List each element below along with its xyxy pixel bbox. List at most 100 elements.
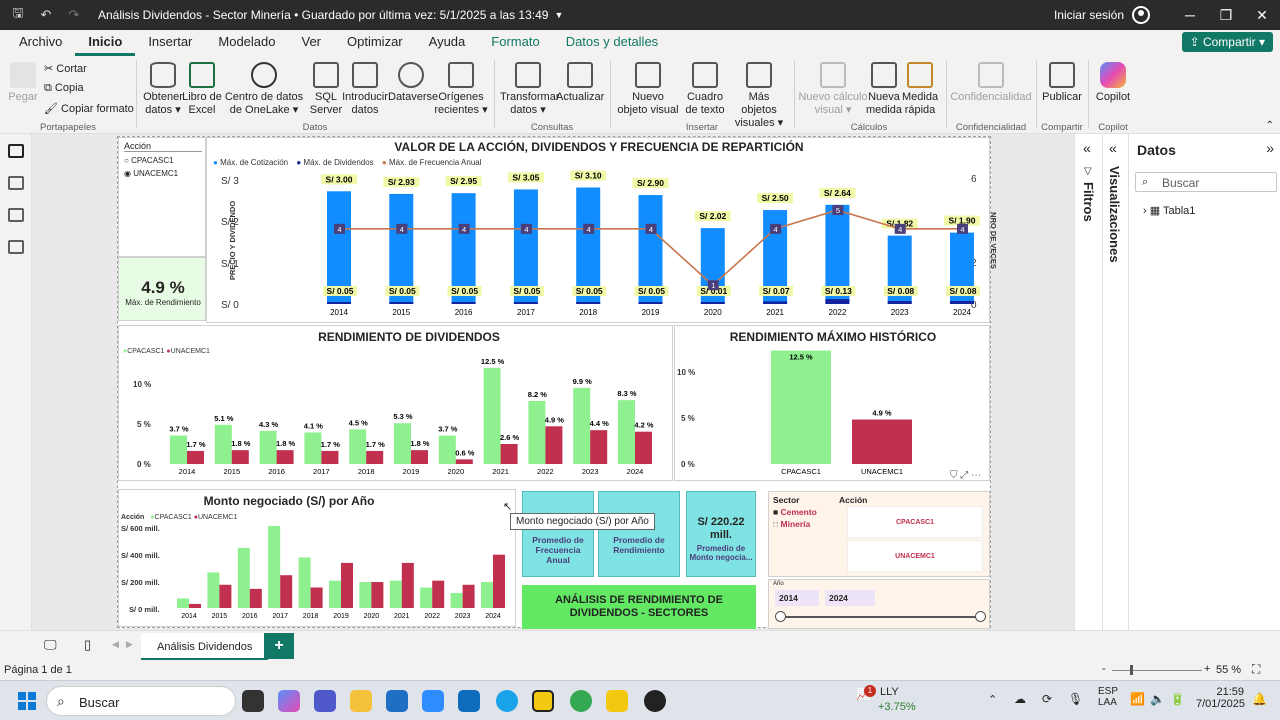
paste-button[interactable]: Pegar <box>6 62 40 104</box>
app-icon[interactable] <box>644 690 666 712</box>
zoom-slider-handle[interactable] <box>1130 665 1133 675</box>
title-dropdown-icon[interactable]: ▼ <box>554 10 563 20</box>
undo-icon[interactable]: ↶ <box>36 7 56 23</box>
battery-icon[interactable]: 🔋 <box>1170 692 1185 706</box>
format-painter-button[interactable]: 🖌 Copiar formato <box>44 102 134 115</box>
chart-rendimiento-maximo[interactable]: RENDIMIENTO MÁXIMO HISTÓRICO 10 % 5 % 0 … <box>674 325 990 481</box>
data-search-box[interactable]: ⌕ Buscar <box>1135 172 1277 192</box>
get-data-button[interactable]: Obtener datos ▾ <box>141 62 185 117</box>
desktop-view-icon[interactable]: 🖵 <box>44 637 57 653</box>
tree-item-tabla1[interactable]: › ▦ Tabla1 <box>1143 204 1195 217</box>
report-view-icon[interactable] <box>7 144 24 158</box>
refresh-button[interactable]: Actualizar <box>556 62 604 104</box>
file-explorer-icon[interactable] <box>350 690 372 712</box>
minimize-button[interactable]: ─ <box>1172 7 1208 23</box>
table-view-icon[interactable] <box>7 176 24 190</box>
teams-icon[interactable] <box>314 690 336 712</box>
avatar-icon[interactable] <box>1132 6 1150 24</box>
slicer-sector-cemento[interactable]: ■ Cemento <box>773 507 817 517</box>
recent-sources-button[interactable]: Orígenes recientes ▾ <box>434 62 488 117</box>
collapse-ribbon-icon[interactable]: ⌃ <box>1266 120 1274 131</box>
cut-button[interactable]: ✂ Cortar <box>44 62 87 75</box>
more-visuals-button[interactable]: Más objetos visuales ▾ <box>730 62 788 130</box>
model-view-icon[interactable] <box>7 208 24 222</box>
chrome-icon[interactable] <box>570 690 592 712</box>
zoom-icon[interactable] <box>422 690 444 712</box>
slicer-sector-mineria[interactable]: □ Minería <box>773 519 810 529</box>
menu-insertar[interactable]: Insertar <box>135 30 205 56</box>
slider-handle-end[interactable] <box>975 611 986 622</box>
maximize-button[interactable]: ❐ <box>1208 7 1244 24</box>
copilot-taskbar-icon[interactable] <box>278 690 300 712</box>
onelake-button[interactable]: Centro de datos de OneLake ▾ <box>220 62 308 117</box>
slicer-anio-from[interactable]: 2014 <box>775 590 819 606</box>
menu-archivo[interactable]: Archivo <box>6 30 75 56</box>
dataverse-button[interactable]: Dataverse <box>388 62 438 104</box>
zoom-in-icon[interactable]: + <box>1204 663 1210 675</box>
excel-button[interactable]: Libro de Excel <box>182 62 222 117</box>
menu-optimizar[interactable]: Optimizar <box>334 30 416 56</box>
slicer-accion2-unacemc1[interactable]: UNACEMC1 <box>847 540 983 572</box>
save-icon[interactable]: 🖫 <box>8 4 28 26</box>
slider-handle-start[interactable] <box>775 611 786 622</box>
transform-button[interactable]: Transformar datos ▾ <box>500 62 560 117</box>
more-options-icon[interactable]: ⋯ <box>971 470 981 481</box>
windows-start-icon[interactable] <box>18 692 36 710</box>
filter-icon[interactable]: ⛉ <box>950 470 958 481</box>
slicer-anio-to[interactable]: 2024 <box>825 590 875 606</box>
zoom-slider[interactable] <box>1112 670 1202 671</box>
close-button[interactable]: ✕ <box>1244 7 1280 24</box>
notification-bell-icon[interactable]: 🔔 <box>1252 692 1267 706</box>
slicer-accion2-cpacasc1[interactable]: CPACASC1 <box>847 506 983 538</box>
chart-monto-negociado[interactable]: Monto negociado (S/) por Año Acción ●CPA… <box>118 489 516 627</box>
menu-modelado[interactable]: Modelado <box>205 30 288 56</box>
focus-mode-icon[interactable]: ⤢ <box>960 470 968 481</box>
mobile-view-icon[interactable]: ▯ <box>84 637 91 653</box>
powerbi-taskbar-icon[interactable] <box>532 690 554 712</box>
menu-ver[interactable]: Ver <box>289 30 335 56</box>
collapse-visualizations-icon[interactable]: « <box>1109 140 1117 156</box>
tab-prev-icon[interactable]: ◀ <box>112 639 119 650</box>
slicer-accion[interactable]: Acción ○ CPACASC1 ◉ UNACEMC1 <box>118 137 206 257</box>
sql-button[interactable]: SQL Server <box>308 62 344 117</box>
visualizations-pane[interactable]: « Visualizaciones <box>1102 134 1128 630</box>
copy-button[interactable]: ⧉ Copia <box>44 82 84 95</box>
enter-data-button[interactable]: Introducir datos <box>340 62 390 117</box>
tab-next-icon[interactable]: ▶ <box>126 639 133 650</box>
slicer-option-cpacasc1[interactable]: ○ CPACASC1 <box>124 156 174 165</box>
menu-formato[interactable]: Formato <box>478 30 552 56</box>
outlook-icon[interactable] <box>458 690 480 712</box>
filters-pane[interactable]: « ▽ Filtros <box>1074 134 1102 630</box>
publish-button[interactable]: Publicar <box>1040 62 1084 104</box>
tab-analisis-dividendos[interactable]: Análisis Dividendos <box>141 633 269 661</box>
chart-rendimiento-dividendos[interactable]: RENDIMIENTO DE DIVIDENDOS ●CPACASC1 ●UNA… <box>118 325 673 481</box>
taskbar-search[interactable]: ⌕ Buscar <box>46 686 236 716</box>
volume-icon[interactable]: 🔈 <box>1150 692 1165 706</box>
copilot-button[interactable]: Copilot <box>1092 62 1134 104</box>
wifi-icon[interactable]: 📶 <box>1130 692 1145 706</box>
cloud-icon[interactable]: ☁ <box>1014 692 1026 706</box>
slicer-option-unacemc1[interactable]: ◉ UNACEMC1 <box>124 169 178 178</box>
edge-icon[interactable] <box>496 690 518 712</box>
dax-view-icon[interactable] <box>7 240 24 254</box>
slicer-anio[interactable]: Año 2014 2024 <box>768 579 990 629</box>
redo-icon[interactable]: ↷ <box>64 7 84 23</box>
new-measure-button[interactable]: Nueva medida <box>864 62 904 117</box>
new-calc-button[interactable]: Nuevo cálculo visual ▾ <box>798 62 868 117</box>
powerbi-icon[interactable] <box>606 690 628 712</box>
fit-page-icon[interactable]: ⛶ <box>1252 662 1260 677</box>
signin-link[interactable]: Iniciar sesión <box>1054 8 1124 22</box>
clock[interactable]: 21:59 7/01/2025 <box>1196 686 1245 710</box>
microphone-icon[interactable]: 🎙 <box>1068 692 1083 706</box>
language-indicator[interactable]: ESP LAA <box>1098 686 1118 708</box>
task-view-icon[interactable] <box>242 690 264 712</box>
collapse-data-icon[interactable]: » <box>1266 140 1274 156</box>
menu-inicio[interactable]: Inicio <box>75 30 136 56</box>
textbox-button[interactable]: Cuadro de texto <box>680 62 730 117</box>
new-visual-button[interactable]: Nuevo objeto visual <box>616 62 680 117</box>
stock-ticker[interactable]: LLY <box>880 686 899 698</box>
store-icon[interactable] <box>386 690 408 712</box>
chart-valor-accion[interactable]: VALOR DE LA ACCIÓN, DIVIDENDOS Y FRECUEN… <box>206 137 998 323</box>
add-page-button[interactable]: + <box>264 633 294 659</box>
zoom-out-icon[interactable]: - <box>1102 663 1106 675</box>
